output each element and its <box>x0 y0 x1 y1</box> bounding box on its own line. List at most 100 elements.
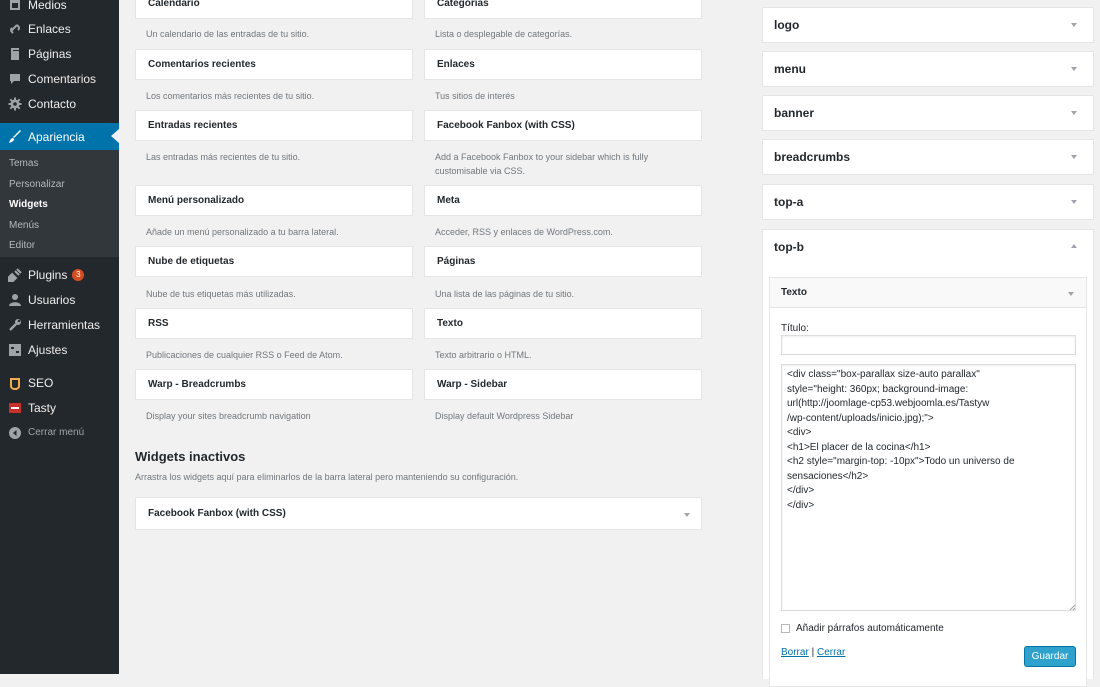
chevron-down-icon[interactable] <box>684 513 690 517</box>
auto-paragraph-label: Añadir párrafos automáticamente <box>796 623 944 634</box>
sidebar-area-logo[interactable]: logo <box>762 7 1094 43</box>
tools-icon <box>8 318 22 332</box>
menu-label: Comentarios <box>28 71 97 86</box>
menu-item-users[interactable]: Usuarios <box>0 287 119 312</box>
widget-title: Menú personalizado <box>148 195 245 206</box>
widget-title: Calendario <box>148 0 200 9</box>
widget-description: Acceder, RSS y enlaces de WordPress.com. <box>435 227 613 237</box>
widget-title: Páginas <box>437 256 476 267</box>
menu-item-media[interactable]: Medios <box>0 0 119 17</box>
menu-item-plugins[interactable]: Plugins 3 <box>0 262 119 287</box>
menu-label: Contacto <box>28 96 77 111</box>
widget-meta[interactable]: Meta <box>424 185 702 216</box>
widget-title: Texto <box>437 318 463 329</box>
collapse-menu-button[interactable]: Cerrar menú <box>0 420 119 445</box>
chevron-down-icon[interactable] <box>1071 200 1077 204</box>
delete-link[interactable]: Borrar <box>781 647 809 658</box>
widget-links[interactable]: Enlaces <box>424 49 702 80</box>
inactive-widgets-description: Arrastra los widgets aquí para eliminarl… <box>135 472 519 482</box>
widget-title: RSS <box>148 318 169 329</box>
menu-item-seo[interactable]: SEO <box>0 370 119 395</box>
chevron-down-icon[interactable] <box>1071 67 1077 71</box>
chevron-down-icon[interactable] <box>1068 292 1074 296</box>
title-field[interactable] <box>781 335 1076 355</box>
menu-label: Plugins <box>28 267 68 282</box>
appearance-submenu: Temas Personalizar Widgets Menús Editor <box>0 150 119 257</box>
gear-icon <box>8 97 22 111</box>
chevron-down-icon[interactable] <box>1071 155 1077 159</box>
sidebar-area-title: logo <box>774 18 800 32</box>
resize-grip-icon[interactable] <box>1068 603 1076 611</box>
widget-tag-cloud[interactable]: Nube de etiquetas <box>135 246 413 277</box>
plugins-icon <box>8 267 22 282</box>
menu-item-links[interactable]: Enlaces <box>0 16 119 41</box>
widget-description: Los comentarios más recientes de tu siti… <box>146 91 315 101</box>
pages-icon <box>8 47 22 61</box>
title-field-label: Título: <box>781 323 809 334</box>
widget-control-actions: Borrar | Cerrar <box>781 647 845 658</box>
chevron-up-icon[interactable] <box>1071 244 1077 248</box>
submenu-item-themes[interactable]: Temas <box>9 156 38 172</box>
widget-warp-sidebar[interactable]: Warp - Sidebar <box>424 369 702 400</box>
widget-recent-comments[interactable]: Comentarios recientes <box>135 49 413 80</box>
widget-description: Texto arbitrario o HTML. <box>435 350 532 360</box>
links-icon <box>8 22 22 36</box>
tasty-icon <box>8 401 22 415</box>
widget-warp-breadcrumbs[interactable]: Warp - Breadcrumbs <box>135 369 413 400</box>
media-icon <box>8 0 22 12</box>
menu-label: Apariencia <box>28 129 85 144</box>
text-widget-editor: Texto Título: <div class="box-parallax s… <box>769 277 1087 687</box>
widget-pages[interactable]: Páginas <box>424 246 702 277</box>
widget-recent-posts[interactable]: Entradas recientes <box>135 110 413 141</box>
widget-title: Warp - Sidebar <box>437 379 508 390</box>
close-link[interactable]: Cerrar <box>817 647 845 658</box>
widget-text[interactable]: Texto <box>424 308 702 339</box>
widget-facebook-fanbox[interactable]: Facebook Fanbox (with CSS) <box>424 110 702 141</box>
widget-categories[interactable]: Categorías <box>424 0 702 19</box>
menu-item-pages[interactable]: Páginas <box>0 41 119 66</box>
menu-item-tasty[interactable]: Tasty <box>0 395 119 420</box>
update-count-badge: 3 <box>72 268 85 281</box>
menu-label: Ajustes <box>28 342 68 357</box>
menu-item-appearance[interactable]: Apariencia <box>0 123 119 150</box>
widget-rss[interactable]: RSS <box>135 308 413 339</box>
widget-title: Categorías <box>437 0 489 9</box>
widget-description: Lista o desplegable de categorías. <box>435 29 573 39</box>
widget-custom-menu[interactable]: Menú personalizado <box>135 185 413 216</box>
chevron-down-icon[interactable] <box>1071 111 1077 115</box>
widget-description: Las entradas más recientes de tu sitio. <box>146 152 301 162</box>
settings-icon <box>8 343 22 357</box>
sidebar-area-breadcrumbs[interactable]: breadcrumbs <box>762 139 1094 175</box>
widget-description: Add a Facebook Fanbox to your sidebar wh… <box>435 152 649 176</box>
sidebar-area-menu[interactable]: menu <box>762 51 1094 87</box>
sidebar-area-title: top-a <box>774 195 804 209</box>
submenu-item-menus[interactable]: Menús <box>9 218 39 234</box>
menu-label: Herramientas <box>28 317 101 332</box>
menu-label: Páginas <box>28 46 72 61</box>
widget-description: Añade un menú personalizado a tu barra l… <box>146 227 339 237</box>
widget-calendar[interactable]: Calendario <box>135 0 413 19</box>
content-textarea[interactable]: <div class="box-parallax size-auto paral… <box>781 364 1076 611</box>
chevron-down-icon[interactable] <box>1071 23 1077 27</box>
sidebar-area-top-a[interactable]: top-a <box>762 184 1094 220</box>
seo-icon <box>8 376 22 390</box>
submenu-item-customize[interactable]: Personalizar <box>9 177 65 193</box>
sidebar-area-title[interactable]: top-b <box>774 240 804 254</box>
auto-paragraph-checkbox[interactable] <box>781 624 790 633</box>
sidebar-area-banner[interactable]: banner <box>762 95 1094 131</box>
widget-title: Texto <box>781 287 807 298</box>
save-button[interactable]: Guardar <box>1024 646 1076 667</box>
submenu-item-editor[interactable]: Editor <box>9 238 35 254</box>
menu-item-tools[interactable]: Herramientas <box>0 312 119 337</box>
inactive-widget-facebook-fanbox[interactable]: Facebook Fanbox (with CSS) <box>135 497 702 530</box>
inactive-widgets-title: Widgets inactivos <box>135 449 246 464</box>
submenu-item-widgets[interactable]: Widgets <box>9 197 48 213</box>
auto-paragraph-option[interactable]: Añadir párrafos automáticamente <box>781 623 944 634</box>
menu-item-contact[interactable]: Contacto <box>0 91 119 116</box>
comments-icon <box>8 72 22 86</box>
text-widget-header[interactable]: Texto <box>770 278 1086 308</box>
menu-item-comments[interactable]: Comentarios <box>0 66 119 91</box>
menu-label: Enlaces <box>28 21 71 36</box>
menu-item-settings[interactable]: Ajustes <box>0 337 119 362</box>
collapse-icon <box>8 426 22 440</box>
